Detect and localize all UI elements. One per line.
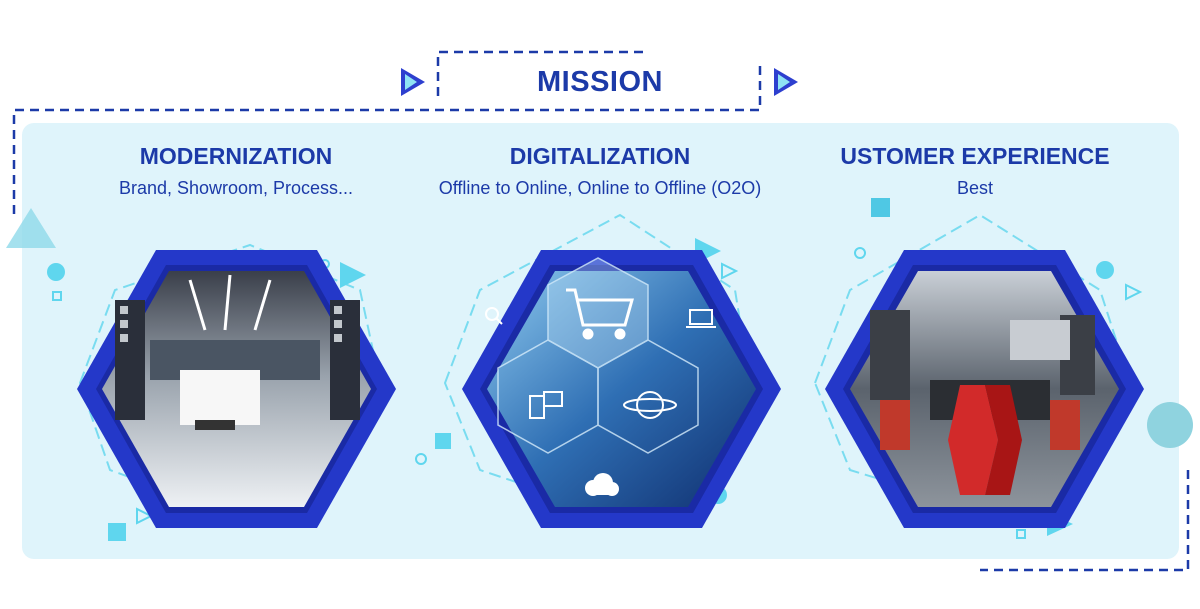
hex-customer-experience [813,213,1144,528]
hex-digitalization [443,213,781,528]
search-icon [485,307,503,325]
pillar-subheading-digitalization: Offline to Online, Online to Offline (O2… [438,178,762,198]
pillar-subheading-modernization: Brand, Showroom, Process... [118,178,354,198]
pillar-heading-digitalization: DIGITALIZATION [509,143,691,169]
pillar-heading-modernization: MODERNIZATION [139,143,333,169]
pillar-heading-customer-experience: USTOMER EXPERIENCE [840,143,1110,169]
mission-title: MISSION [537,66,663,98]
hex-modernization [77,243,396,528]
pillar-subheading-customer-experience: Best [956,178,994,198]
